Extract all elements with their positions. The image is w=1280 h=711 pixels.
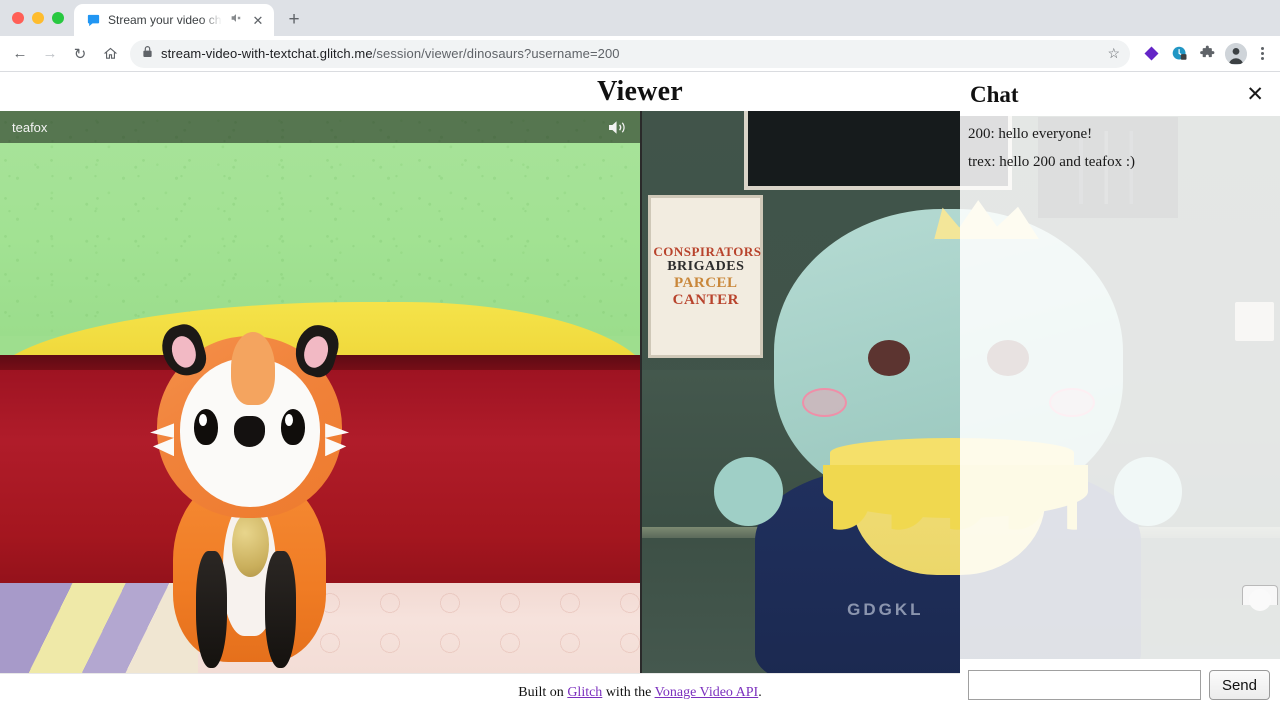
send-button[interactable]: Send	[1208, 670, 1270, 700]
chat-title: Chat	[970, 81, 1019, 107]
address-bar-url: stream-video-with-textchat.glitch.me/ses…	[161, 46, 1099, 61]
page-title: Viewer	[597, 76, 683, 107]
fox-ear-inner-left	[168, 333, 200, 371]
fox-ear-inner-right	[300, 333, 332, 371]
bookmark-star-icon[interactable]: ☆	[1107, 45, 1120, 62]
chat-compose-bar: Send	[960, 659, 1280, 711]
tab-strip: Stream your video chat (en ✕ +	[0, 0, 1280, 36]
close-icon[interactable]: ✕	[1246, 84, 1264, 105]
video-stream-image	[0, 111, 640, 673]
footer-prefix: Built on	[518, 684, 568, 700]
fox-medallion	[232, 511, 269, 578]
chat-message-list[interactable]: 200: hello everyone! trex: hello 200 and…	[960, 116, 1280, 659]
chat-input[interactable]	[968, 670, 1201, 700]
puzzle-extensions-icon[interactable]	[1194, 41, 1220, 67]
browser-tab[interactable]: Stream your video chat (en ✕	[74, 4, 274, 36]
profile-avatar-icon[interactable]	[1225, 42, 1247, 65]
browser-toolbar: ← → ↻ stream-video-with-textchat.glitch.…	[0, 36, 1280, 72]
reload-button[interactable]: ↻	[66, 40, 94, 68]
clock-privacy-icon[interactable]	[1166, 41, 1192, 67]
fox-plush	[150, 320, 350, 669]
fox-cheek-fur-right	[325, 423, 350, 457]
video-overlay-bar: teafox	[0, 111, 640, 143]
tab-close-button[interactable]: ✕	[250, 12, 266, 28]
window-traffic-lights	[0, 0, 74, 36]
lock-icon	[142, 45, 153, 63]
fox-forehead-blaze	[231, 332, 276, 406]
back-button[interactable]: ←	[6, 40, 34, 68]
home-button[interactable]	[96, 40, 124, 68]
browser-menu-button[interactable]	[1252, 47, 1272, 60]
footer-middle: with the	[602, 684, 655, 700]
tab-title: Stream your video chat (en	[108, 13, 222, 27]
fox-leg-right	[264, 550, 296, 669]
dino-shirt-text: GDGKL	[847, 599, 924, 619]
forward-button[interactable]: →	[36, 40, 64, 68]
fox-eye-left	[194, 408, 219, 446]
address-bar[interactable]: stream-video-with-textchat.glitch.me/ses…	[130, 39, 1130, 68]
fox-eye-right	[280, 408, 305, 446]
dino-eye-left	[867, 340, 910, 376]
close-window-button[interactable]	[12, 12, 24, 24]
chat-message: 200: hello everyone!	[968, 126, 1093, 142]
speaker-on-icon[interactable]	[607, 119, 628, 136]
chat-header: Chat ✕	[960, 73, 1280, 116]
chat-resize-handle[interactable]	[1242, 585, 1278, 605]
speaker-muted-icon[interactable]	[229, 11, 243, 30]
page-content: Viewer teafox CONSPIRATORS BRIGADES PARC…	[0, 73, 1280, 711]
minimize-window-button[interactable]	[32, 12, 44, 24]
maximize-window-button[interactable]	[52, 12, 64, 24]
fox-leg-left	[195, 550, 227, 669]
stream-name-label: teafox	[12, 119, 48, 135]
footer-text: Built on Glitch with the Vonage Video AP…	[518, 685, 761, 701]
chat-panel: Chat ✕ 200: hello everyone! trex: hello …	[960, 73, 1280, 711]
fox-cheek-fur-left	[150, 423, 175, 457]
url-host: stream-video-with-textchat.glitch.me	[161, 46, 373, 61]
video-tile-teafox[interactable]: teafox	[0, 111, 640, 673]
vonage-video-api-link[interactable]: Vonage Video API	[655, 685, 759, 700]
browser-window: Stream your video chat (en ✕ + ← → ↻	[0, 0, 1280, 711]
glitch-link[interactable]: Glitch	[567, 685, 602, 700]
new-tab-button[interactable]: +	[280, 5, 308, 33]
fox-head	[150, 320, 350, 519]
dino-arm-left	[713, 456, 783, 526]
footer-suffix: .	[758, 684, 762, 700]
chat-message: trex: hello 200 and teafox :)	[968, 154, 1136, 171]
dino-cheek-left	[801, 387, 847, 418]
url-path: /session/viewer/dinosaurs?username=200	[372, 46, 620, 61]
diamond-extension-icon[interactable]	[1138, 41, 1164, 67]
glitch-favicon	[85, 12, 101, 28]
